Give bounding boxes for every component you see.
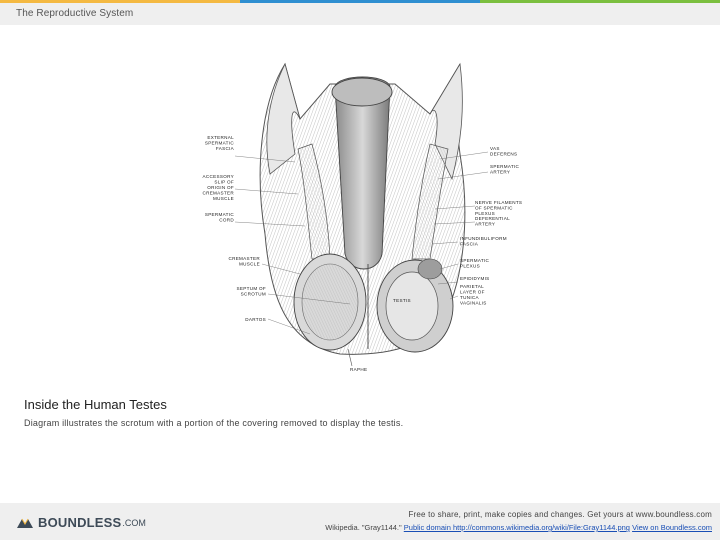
caption-description: Diagram illustrates the scrotum with a p…: [24, 418, 404, 428]
labels-right: VASDEFERENSSPERMATICARTERYNERVE FILAMENT…: [460, 146, 522, 306]
label-raphe: RAPHE: [350, 367, 367, 372]
view-on-boundless-link[interactable]: View on Boundless.com: [632, 523, 712, 532]
label-right-7-line-1: LAYER OF: [460, 290, 485, 295]
label-left-3-line-0: CREMASTER: [228, 256, 260, 261]
label-right-0-line-0: VAS: [490, 146, 500, 151]
label-left-1-line-0: ACCESSORY: [203, 174, 234, 179]
label-right-5-line-0: SPERMATIC: [460, 258, 490, 263]
label-left-4-line-1: SCROTUM: [241, 292, 266, 297]
logo-suffix: .COM: [122, 517, 146, 528]
label-right-1-line-0: SPERMATIC: [490, 164, 520, 169]
label-right-3-line-1: ARTERY: [475, 222, 495, 227]
caption-title: Inside the Human Testes: [24, 397, 167, 412]
label-right-7-line-3: VAGINALIS: [460, 301, 487, 306]
label-right-0-line-1: DEFERENS: [490, 152, 517, 157]
label-testis: TESTIS: [393, 298, 411, 303]
label-right-4-line-0: INFUNDIBULIFORM: [460, 236, 507, 241]
label-left-1-line-2: ORIGIN OF: [207, 185, 234, 190]
label-right-2-line-1: OF SPERMATIC: [475, 206, 513, 211]
label-right-5-line-1: PLEXUS: [460, 264, 480, 269]
share-text: Free to share, print, make copies and ch…: [408, 510, 712, 519]
logo-text: BOUNDLESS: [38, 515, 122, 530]
label-left-5-line-0: DARTOS: [245, 317, 266, 322]
label-left-3-line-1: MUSCLE: [239, 262, 260, 267]
attribution: Wikipedia. "Gray1144." Public domain htt…: [325, 523, 712, 532]
boundless-logo-icon: [17, 518, 33, 528]
label-left-0-line-0: EXTERNAL: [207, 135, 234, 140]
label-left-2-line-0: SPERMATIC: [205, 212, 235, 217]
label-right-2-line-0: NERVE FILAMENTS: [475, 200, 522, 205]
label-left-1-line-4: MUSCLE: [213, 196, 234, 201]
attribution-prefix: Wikipedia. "Gray1144.": [325, 523, 402, 532]
slide-header: The Reproductive System: [0, 3, 720, 25]
label-right-7-line-0: PARIETAL: [460, 284, 484, 289]
labels-left: EXTERNALSPERMATICFASCIAACCESSORYSLIP OFO…: [202, 135, 267, 322]
label-left-2-line-1: CORD: [219, 218, 234, 223]
testes-diagram: EXTERNAL SPERMATIC FASCIA ACCESSORY SLIP OF O…: [190, 44, 535, 382]
label-left-4-line-0: SEPTUM OF: [237, 286, 267, 291]
slide-title: The Reproductive System: [16, 8, 134, 19]
anatomy-illustration: EXTERNALSPERMATICFASCIAACCESSORYSLIP OFO…: [202, 62, 522, 372]
footer: BOUNDLESS .COM Free to share, print, mak…: [0, 503, 720, 540]
boundless-logo[interactable]: BOUNDLESS .COM: [16, 515, 146, 530]
label-left-0-line-2: FASCIA: [216, 146, 235, 151]
label-left-0-line-1: SPERMATIC: [205, 141, 235, 146]
label-right-7-line-2: TUNICA: [460, 295, 480, 300]
label-right-3-line-0: DEFERENTIAL: [475, 216, 510, 221]
public-domain-link[interactable]: Public domain http://commons.wikimedia.o…: [404, 523, 630, 532]
label-right-4-line-1: FASCIA: [460, 242, 479, 247]
label-right-1-line-1: ARTERY: [490, 170, 510, 175]
label-left-1-line-3: CREMASTER: [202, 191, 234, 196]
label-left-1-line-1: SLIP OF: [214, 180, 234, 185]
label-right-6-line-0: EPIDIDYMIS: [460, 276, 490, 281]
